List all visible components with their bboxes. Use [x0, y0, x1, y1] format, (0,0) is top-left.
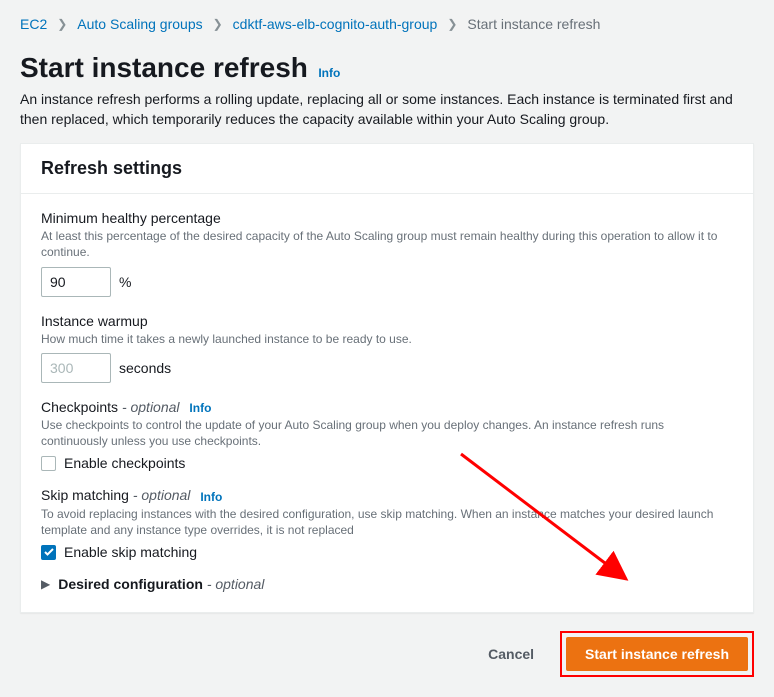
breadcrumb-group-name[interactable]: cdktf-aws-elb-cognito-auth-group [233, 16, 438, 32]
warmup-help: How much time it takes a newly launched … [41, 331, 733, 347]
checkpoints-optional: - optional [122, 399, 180, 415]
field-checkpoints: Checkpoints - optional Info Use checkpoi… [41, 399, 733, 472]
skip-matching-info-link[interactable]: Info [200, 490, 222, 504]
min-healthy-help: At least this percentage of the desired … [41, 228, 733, 260]
chevron-right-icon: ❯ [447, 17, 457, 31]
checkpoints-info-link[interactable]: Info [189, 401, 211, 415]
min-healthy-label: Minimum healthy percentage [41, 210, 733, 226]
desired-config-toggle[interactable]: ▶ Desired configuration - optional [41, 576, 733, 592]
page-title: Start instance refresh [20, 52, 308, 84]
cancel-button[interactable]: Cancel [476, 638, 546, 670]
caret-right-icon: ▶ [41, 577, 50, 591]
info-link[interactable]: Info [318, 66, 340, 80]
desired-config-label: Desired configuration [58, 576, 203, 592]
skip-matching-label: Skip matching [41, 487, 129, 503]
breadcrumbs: EC2 ❯ Auto Scaling groups ❯ cdktf-aws-el… [20, 16, 754, 32]
chevron-right-icon: ❯ [57, 17, 67, 31]
field-min-healthy: Minimum healthy percentage At least this… [41, 210, 733, 296]
field-skip-matching: Skip matching - optional Info To avoid r… [41, 487, 733, 560]
form-actions: Cancel Start instance refresh [20, 631, 754, 677]
checkpoints-checkbox-label: Enable checkpoints [64, 455, 185, 471]
page-description: An instance refresh performs a rolling u… [20, 90, 754, 129]
skip-matching-optional: - optional [133, 487, 191, 503]
start-instance-refresh-button[interactable]: Start instance refresh [566, 637, 748, 671]
skip-matching-checkbox[interactable] [41, 545, 56, 560]
checkpoints-checkbox[interactable] [41, 456, 56, 471]
breadcrumb-current: Start instance refresh [467, 16, 600, 32]
desired-config-optional: - optional [207, 576, 265, 592]
skip-matching-label-row: Skip matching - optional Info [41, 487, 733, 503]
warmup-unit: seconds [119, 360, 171, 376]
breadcrumb-ec2[interactable]: EC2 [20, 16, 47, 32]
skip-matching-checkbox-label: Enable skip matching [64, 544, 197, 560]
min-healthy-unit: % [119, 274, 131, 290]
checkpoints-help: Use checkpoints to control the update of… [41, 417, 733, 449]
panel-title: Refresh settings [41, 158, 733, 179]
breadcrumb-asg[interactable]: Auto Scaling groups [77, 16, 202, 32]
warmup-input[interactable] [41, 353, 111, 383]
warmup-label: Instance warmup [41, 313, 733, 329]
checkpoints-label: Checkpoints [41, 399, 118, 415]
min-healthy-input[interactable] [41, 267, 111, 297]
refresh-settings-panel: Refresh settings Minimum healthy percent… [20, 143, 754, 613]
skip-matching-help: To avoid replacing instances with the de… [41, 506, 733, 538]
chevron-right-icon: ❯ [213, 17, 223, 31]
panel-header: Refresh settings [21, 144, 753, 194]
field-warmup: Instance warmup How much time it takes a… [41, 313, 733, 383]
checkpoints-label-row: Checkpoints - optional Info [41, 399, 733, 415]
annotation-highlight: Start instance refresh [560, 631, 754, 677]
